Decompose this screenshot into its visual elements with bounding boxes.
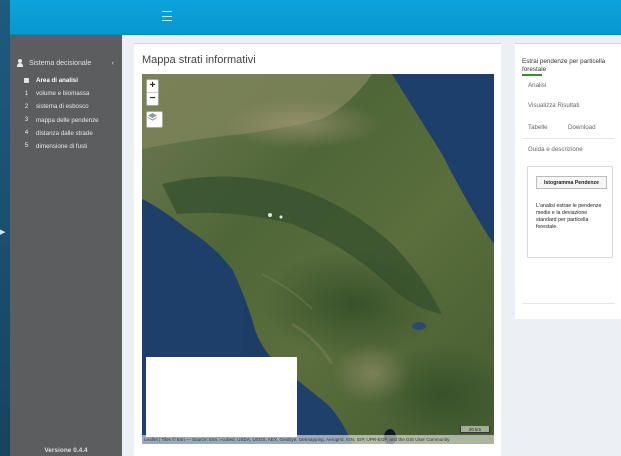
- layers-icon[interactable]: [146, 111, 163, 128]
- sidebar-item-dimensione-di-fusti[interactable]: 5 dimensione di fusti: [10, 141, 122, 152]
- tab-visualizza-risultati[interactable]: Visualizza Risultati: [528, 102, 579, 109]
- top-navbar: [10, 0, 621, 35]
- tab-analisi[interactable]: Analisi: [528, 82, 546, 89]
- sidebar-item-label: mappa delle pendenze: [36, 116, 99, 124]
- map-legend: [146, 357, 297, 437]
- map-card: Mappa strati informativi + − 20 km Leafl…: [134, 43, 501, 456]
- number-3-icon: 3: [24, 117, 29, 124]
- tab-guida-e-descrizione[interactable]: Guida e descrizione: [528, 146, 583, 153]
- tabs-divider: [523, 138, 615, 139]
- sidebar-item-label: Area di analisi: [36, 77, 78, 84]
- sidebar-header-title: Sistema decisionale: [29, 59, 92, 67]
- number-5-icon: 5: [24, 143, 29, 150]
- panel-footer-divider: [523, 303, 615, 304]
- map-attribution[interactable]: Leaflet | Tiles © Esri — Source: Esri, i…: [142, 435, 494, 444]
- sidebar-menu: ▦ Area di analisi 1 volume e biomassa 2 …: [10, 75, 122, 154]
- sidebar-item-sistema-di-esbosco[interactable]: 2 sistema di esbosco: [10, 101, 122, 112]
- number-1-icon: 1: [24, 90, 29, 97]
- zoom-in-button[interactable]: +: [147, 80, 158, 92]
- number-4-icon: 4: [24, 130, 29, 137]
- layers-glyph: [147, 113, 158, 121]
- sidebar-item-mappa-delle-pendenze[interactable]: 3 mappa delle pendenze: [10, 115, 122, 126]
- menu-toggle-icon[interactable]: [162, 11, 172, 21]
- tab-download[interactable]: Download: [568, 124, 596, 131]
- chevron-left-icon[interactable]: ‹: [112, 60, 114, 67]
- sidebar-item-label: volume e biomassa: [36, 90, 90, 98]
- analysis-panel: Estrai pendenze per particella forestale…: [515, 43, 621, 319]
- sidebar-item-distanza-dalle-strade[interactable]: 4 distanza dalle strade: [10, 128, 122, 139]
- sidebar: Sistema decisionale ‹ ▦ Area di analisi …: [10, 35, 122, 456]
- version-label: Versione 0.4.4: [44, 447, 88, 454]
- sidebar-item-volume-e-biomassa[interactable]: 1 volume e biomassa: [10, 88, 122, 99]
- zoom-out-button[interactable]: −: [147, 93, 158, 105]
- zoom-control: + −: [146, 79, 159, 106]
- panel-title: Estrai pendenze per particella forestale: [522, 58, 606, 73]
- map-icon: ▦: [23, 78, 30, 84]
- expand-arrow-icon[interactable]: ▶: [0, 229, 5, 236]
- title-underline: [522, 74, 542, 76]
- satellite-map[interactable]: + − 20 km Leaflet | Tiles © Esri — Sourc…: [142, 74, 494, 444]
- histogram-button[interactable]: Istogramma Pendenze: [536, 176, 607, 189]
- sidebar-item-label: sistema di esbosco: [36, 103, 89, 111]
- user-icon: [16, 59, 24, 67]
- sidebar-item-label: dimensione di fusti: [36, 142, 88, 150]
- sidebar-header[interactable]: Sistema decisionale ‹: [10, 55, 122, 71]
- number-2-icon: 2: [24, 103, 29, 110]
- sidebar-item-area-di-analisi[interactable]: ▦ Area di analisi: [10, 75, 122, 86]
- tab-tabelle[interactable]: Tabelle: [528, 124, 548, 131]
- info-panel: Istogramma Pendenze L'analisi estrae le …: [527, 166, 613, 258]
- sidebar-item-label: distanza dalle strade: [36, 129, 93, 137]
- left-edge-strip: [0, 0, 10, 456]
- scale-bar: 20 km: [460, 426, 490, 433]
- map-title: Mappa strati informativi: [142, 54, 256, 66]
- analysis-description: L'analisi estrae le pendenze medie e la …: [536, 203, 602, 230]
